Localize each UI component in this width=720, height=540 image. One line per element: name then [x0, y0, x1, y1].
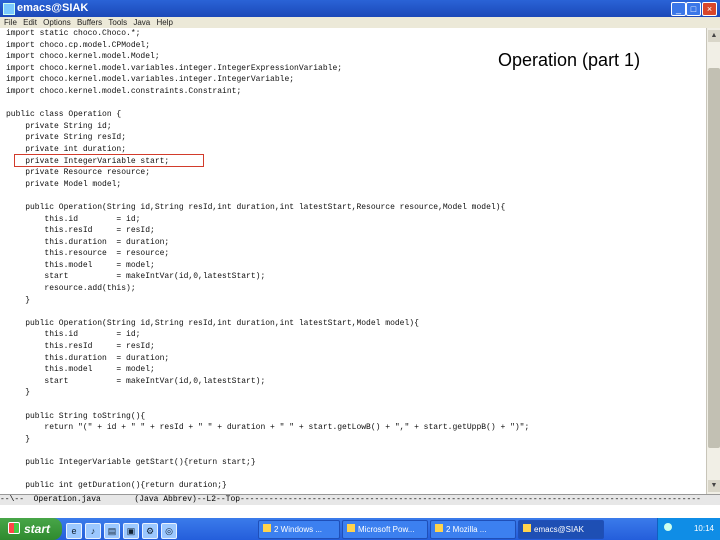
window-title: emacs@SIAK — [17, 2, 89, 14]
code-line[interactable]: this.id = id; — [6, 329, 706, 341]
code-line[interactable]: public Operation(String id,String resId,… — [6, 202, 706, 214]
code-line[interactable] — [6, 469, 706, 481]
taskbar-item-mozilla[interactable]: 2 Mozilla ... — [430, 520, 516, 539]
code-line[interactable]: private String resId; — [6, 132, 706, 144]
code-line[interactable] — [6, 445, 706, 457]
mozilla-icon — [435, 524, 443, 532]
code-line[interactable]: private String id; — [6, 121, 706, 133]
minibuffer[interactable] — [0, 505, 720, 517]
window-title-bar[interactable]: emacs@SIAK _ □ × — [0, 0, 720, 17]
menu-bar: File Edit Options Buffers Tools Java Hel… — [0, 17, 720, 28]
close-button[interactable]: × — [702, 2, 717, 16]
browser-icon[interactable]: e — [66, 523, 82, 539]
code-editor[interactable]: import static choco.Choco.*; import choco… — [0, 28, 706, 494]
code-line[interactable] — [6, 190, 706, 202]
code-line[interactable] — [6, 399, 706, 411]
menu-edit[interactable]: Edit — [23, 17, 37, 28]
code-line[interactable]: this.resId = resId; — [6, 341, 706, 353]
code-line[interactable]: } — [6, 295, 706, 307]
windows-logo-icon — [8, 522, 20, 534]
code-line[interactable]: this.resource = resource; — [6, 248, 706, 260]
code-line[interactable] — [6, 306, 706, 318]
code-line[interactable]: public IntegerVariable getStart(){return… — [6, 457, 706, 469]
code-line[interactable]: public Operation(String id,String resId,… — [6, 318, 706, 330]
code-line[interactable]: this.resId = resId; — [6, 225, 706, 237]
quick-launch: e ♪ ▤ ▣ ⚙ ◎ — [66, 521, 180, 539]
code-line[interactable]: import choco.kernel.model.variables.inte… — [6, 74, 706, 86]
taskbar-item-emacs[interactable]: emacs@SIAK — [518, 520, 604, 539]
code-line[interactable]: import static choco.Choco.*; — [6, 28, 706, 40]
taskbar: start e ♪ ▤ ▣ ⚙ ◎ 2 Windows ... Microsoft Pow… — [0, 518, 720, 540]
start-label: start — [24, 522, 51, 536]
powerpoint-icon — [347, 524, 355, 532]
globe-icon[interactable]: ◎ — [161, 523, 177, 539]
code-text[interactable]: import static choco.Choco.*; import choco… — [0, 28, 706, 492]
code-line[interactable]: resource.add(this); — [6, 283, 706, 295]
code-line[interactable]: public int getDuration(){return duration… — [6, 480, 706, 492]
code-line[interactable]: return "(" + id + " " + resId + " " + du… — [6, 422, 706, 434]
slide-title: Operation (part 1) — [498, 50, 641, 70]
system-tray: 10:14 — [657, 518, 720, 540]
code-line[interactable]: public class Operation { — [6, 109, 706, 121]
taskbar-item-windows[interactable]: 2 Windows ... — [258, 520, 340, 539]
code-line[interactable]: this.duration = duration; — [6, 237, 706, 249]
code-line[interactable]: private Resource resource; — [6, 167, 706, 179]
folder-icon — [263, 524, 271, 532]
highlight-box — [14, 154, 204, 167]
emacs-app-icon — [3, 3, 15, 15]
scroll-thumb[interactable] — [708, 68, 720, 448]
scroll-down-arrow-icon[interactable]: ▼ — [708, 480, 720, 492]
media-icon[interactable]: ♪ — [85, 523, 101, 539]
menu-java[interactable]: Java — [133, 17, 150, 28]
code-line[interactable]: this.duration = duration; — [6, 353, 706, 365]
taskbar-item-powerpoint[interactable]: Microsoft Pow... — [342, 520, 428, 539]
code-line[interactable]: this.id = id; — [6, 214, 706, 226]
vertical-scrollbar[interactable]: ▲ ▼ — [706, 28, 720, 494]
maximize-button[interactable]: □ — [686, 2, 701, 16]
network-icon[interactable] — [664, 523, 672, 531]
minimize-button[interactable]: _ — [671, 2, 686, 16]
folder-icon[interactable]: ▤ — [104, 523, 120, 539]
code-line[interactable]: public String toString(){ — [6, 411, 706, 423]
menu-options[interactable]: Options — [43, 17, 71, 28]
menu-buffers[interactable]: Buffers — [77, 17, 102, 28]
code-line[interactable]: this.model = model; — [6, 364, 706, 376]
code-line[interactable]: import choco.kernel.model.constraints.Co… — [6, 86, 706, 98]
menu-help[interactable]: Help — [156, 17, 172, 28]
terminal-icon[interactable]: ▣ — [123, 523, 139, 539]
start-button[interactable]: start — [0, 518, 62, 540]
code-line[interactable]: start = makeIntVar(id,0,latestStart); — [6, 376, 706, 388]
clock: 10:14 — [693, 524, 714, 533]
code-line[interactable]: } — [6, 434, 706, 446]
scroll-up-arrow-icon[interactable]: ▲ — [708, 30, 720, 42]
menu-file[interactable]: File — [4, 17, 17, 28]
menu-tools[interactable]: Tools — [108, 17, 127, 28]
settings-icon[interactable]: ⚙ — [142, 523, 158, 539]
code-line[interactable]: start = makeIntVar(id,0,latestStart); — [6, 271, 706, 283]
code-line[interactable]: } — [6, 387, 706, 399]
code-line[interactable] — [6, 98, 706, 110]
code-line[interactable]: this.model = model; — [6, 260, 706, 272]
code-line[interactable]: private Model model; — [6, 179, 706, 191]
mode-line: --\-- Operation.java (Java Abbrev)--L2--… — [0, 494, 720, 505]
emacs-icon — [523, 524, 531, 532]
